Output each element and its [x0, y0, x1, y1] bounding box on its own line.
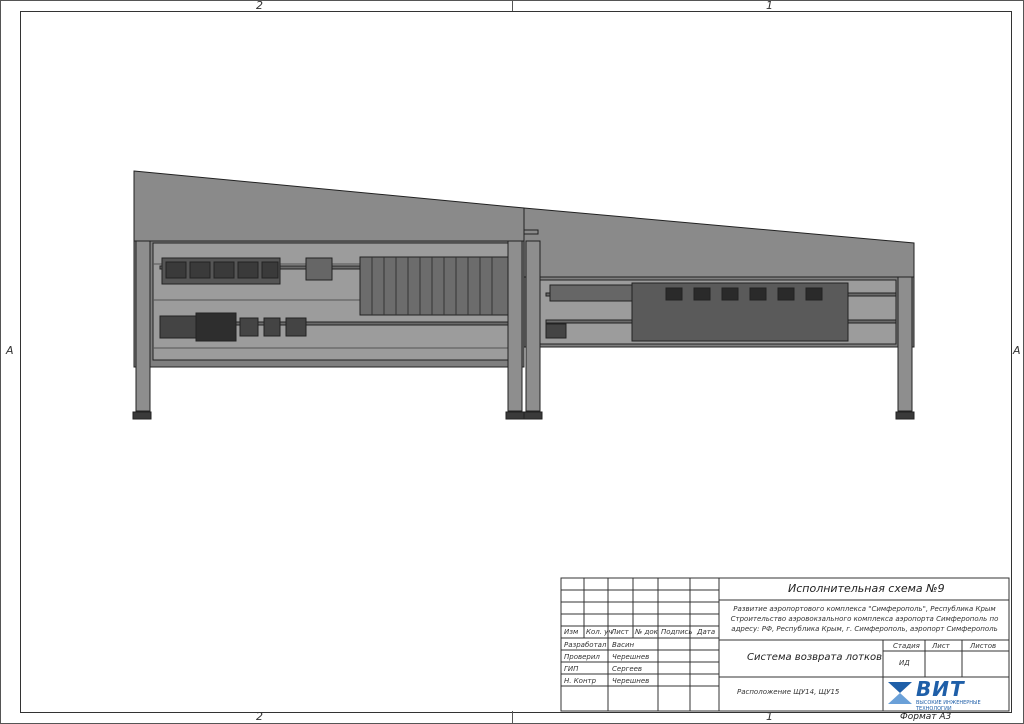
sheet-label: Лист — [932, 642, 950, 650]
logo-text: ВИТ — [916, 677, 965, 701]
logo-mark-icon — [888, 682, 912, 704]
format-label: Формат А3 — [900, 712, 952, 722]
company-logo: ВИТ высокие инженерные технологии — [888, 677, 1006, 712]
logo-subtitle: высокие инженерные технологии — [916, 700, 981, 712]
layout-name: Расположение ЩУ14, ЩУ15 — [737, 688, 840, 696]
doc-title: Исполнительная схема №9 — [788, 582, 945, 595]
project-line-1: Развитие аэропортового комплекса "Симфер… — [733, 605, 996, 613]
role-developer: Разработал — [564, 641, 607, 649]
header-kol: Кол. уч — [586, 628, 613, 636]
header-data: Дата — [697, 628, 716, 636]
sheets-label: Листов — [970, 642, 997, 650]
role-norm-control: Н. Контр — [564, 677, 597, 685]
header-podpis: Подпись — [661, 628, 693, 636]
name-norm-control: Черешнев — [612, 677, 650, 685]
project-line-3: адресу: РФ, Республика Крым, г. Симфероп… — [731, 625, 998, 633]
system-name: Система возврата лотков — [747, 652, 883, 663]
header-ndok: № док — [635, 628, 658, 636]
stage-label: Стадия — [893, 642, 920, 650]
project-line-2: Строительство аэровокзального комплекса … — [730, 615, 999, 623]
role-checker: Проверил — [564, 653, 600, 661]
name-developer: Васин — [612, 641, 635, 649]
header-izm: Изм — [564, 628, 579, 636]
role-gip: ГИП — [564, 665, 579, 673]
header-list: Лист — [611, 628, 629, 636]
name-gip: Сергеев — [612, 665, 643, 673]
stage-value: ИД — [899, 659, 910, 667]
name-checker: Черешнев — [612, 653, 650, 661]
